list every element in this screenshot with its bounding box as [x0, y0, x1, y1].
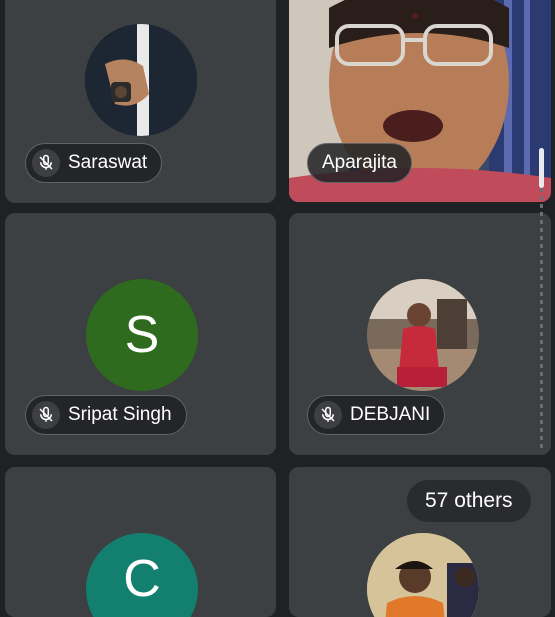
avatar-letter: C [123, 550, 161, 608]
participant-tile-sripat-singh[interactable]: S Sripat Singh [5, 213, 276, 455]
others-tile[interactable]: 57 others [289, 467, 551, 617]
participant-avatar [85, 24, 197, 136]
mic-off-icon [32, 149, 60, 177]
participant-avatar [367, 279, 479, 391]
mic-off-icon [32, 401, 60, 429]
others-count: 57 others [425, 489, 513, 512]
participant-avatar: S [86, 279, 198, 391]
grid-scrollbar[interactable] [539, 148, 544, 448]
participant-name-chip: Saraswat [25, 143, 163, 183]
scrollbar-track [540, 188, 543, 448]
participant-name-chip: Sripat Singh [25, 395, 187, 435]
mic-off-icon [314, 401, 342, 429]
others-count-chip[interactable]: 57 others [407, 480, 531, 522]
participant-avatar [367, 533, 479, 617]
participant-name-chip: DEBJANI [307, 395, 446, 435]
participant-name-chip: Aparajita [307, 143, 412, 183]
participant-tile-aparajita[interactable]: Aparajita [289, 0, 551, 202]
participant-tile-debjani[interactable]: DEBJANI [289, 213, 551, 455]
participant-tile-saraswat[interactable]: Saraswat [5, 0, 276, 203]
avatar-letter: S [124, 306, 160, 364]
participant-avatar: C [86, 533, 198, 617]
scrollbar-thumb[interactable] [539, 148, 544, 188]
participant-name: Sripat Singh [68, 404, 172, 425]
participant-name: Aparajita [322, 152, 397, 173]
participant-name: DEBJANI [350, 404, 431, 425]
participant-tile-c[interactable]: C [5, 467, 276, 617]
participant-name: Saraswat [68, 152, 148, 173]
